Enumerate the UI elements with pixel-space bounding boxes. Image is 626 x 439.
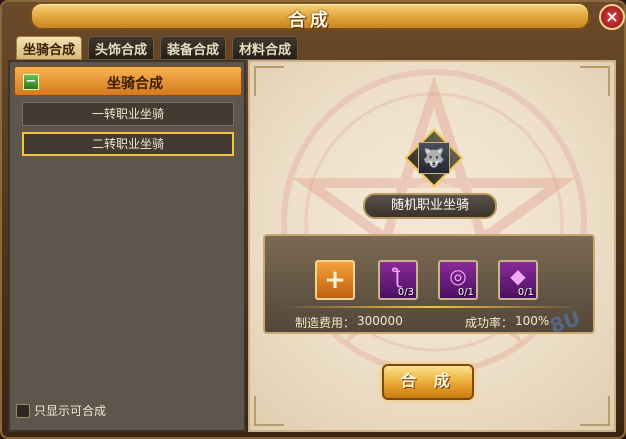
success-label: 成功率： — [465, 316, 514, 330]
tab-equipment-compose[interactable]: 装备合成 — [160, 36, 227, 60]
success-rate-display: 成功率： 100% — [465, 314, 549, 331]
material-slot[interactable]: ◆ 0/1 — [498, 260, 538, 300]
category-label: 坐骑合成 — [107, 76, 163, 92]
material-slot[interactable]: ◎ 0/1 — [438, 260, 478, 300]
material-count: 0/1 — [517, 287, 534, 298]
pink-gem-icon: ◆ — [510, 264, 526, 288]
mount-icon[interactable]: 🐺 — [418, 142, 450, 174]
purple-scroll-icon: ƪ — [394, 264, 402, 288]
window-title: 合成 — [288, 10, 332, 31]
tab-material-compose[interactable]: 材料合成 — [232, 36, 299, 60]
plus-icon: + — [324, 265, 346, 295]
filter-label: 只显示可合成 — [34, 404, 107, 418]
materials-box: + ƪ 0/3 ◎ 0/1 ◆ 0/1 制造费用： 300000 成功率： 10… — [263, 234, 595, 334]
filter-option[interactable]: 只显示可合成 — [16, 402, 106, 419]
filter-checkbox[interactable] — [16, 403, 30, 418]
title-bar: 合成 — [30, 2, 590, 31]
material-count: 0/1 — [457, 287, 474, 298]
success-value: 100% — [515, 314, 550, 328]
cost-display: 制造费用： 300000 — [295, 314, 403, 331]
compose-window: 合成 × 坐骑合成 头饰合成 装备合成 材料合成 − 坐骑合成 一转职业坐骑 二… — [0, 0, 626, 439]
cost-label: 制造费用： — [295, 316, 356, 330]
purple-halo-icon: ◎ — [449, 264, 467, 288]
close-button[interactable]: × — [599, 4, 625, 30]
tab-mount-compose[interactable]: 坐骑合成 — [16, 36, 83, 60]
corner-ornament — [254, 396, 284, 426]
category-header[interactable]: − 坐骑合成 — [14, 66, 242, 96]
material-slot[interactable]: ƪ 0/3 — [378, 260, 418, 300]
recipe-list-panel: − 坐骑合成 一转职业坐骑 二转职业坐骑 只显示可合成 — [8, 60, 246, 432]
collapse-icon[interactable]: − — [23, 74, 39, 90]
recipe-item-first-job-mount[interactable]: 一转职业坐骑 — [22, 102, 234, 126]
compose-panel: 🐺 随机职业坐骑 + ƪ 0/3 ◎ 0/1 ◆ 0/1 制造费用： 30000… — [248, 60, 616, 432]
result-name: 随机职业坐骑 — [363, 193, 497, 219]
corner-ornament — [580, 66, 610, 96]
recipe-item-second-job-mount[interactable]: 二转职业坐骑 — [22, 132, 234, 156]
corner-ornament — [254, 66, 284, 96]
corner-ornament — [580, 396, 610, 426]
tab-headwear-compose[interactable]: 头饰合成 — [88, 36, 155, 60]
add-material-button[interactable]: + — [315, 260, 355, 300]
divider — [281, 306, 581, 308]
material-count: 0/3 — [397, 287, 414, 298]
cost-value: 300000 — [357, 314, 403, 328]
compose-button[interactable]: 合 成 — [382, 364, 474, 400]
tab-bar: 坐骑合成 头饰合成 装备合成 材料合成 — [16, 36, 299, 60]
